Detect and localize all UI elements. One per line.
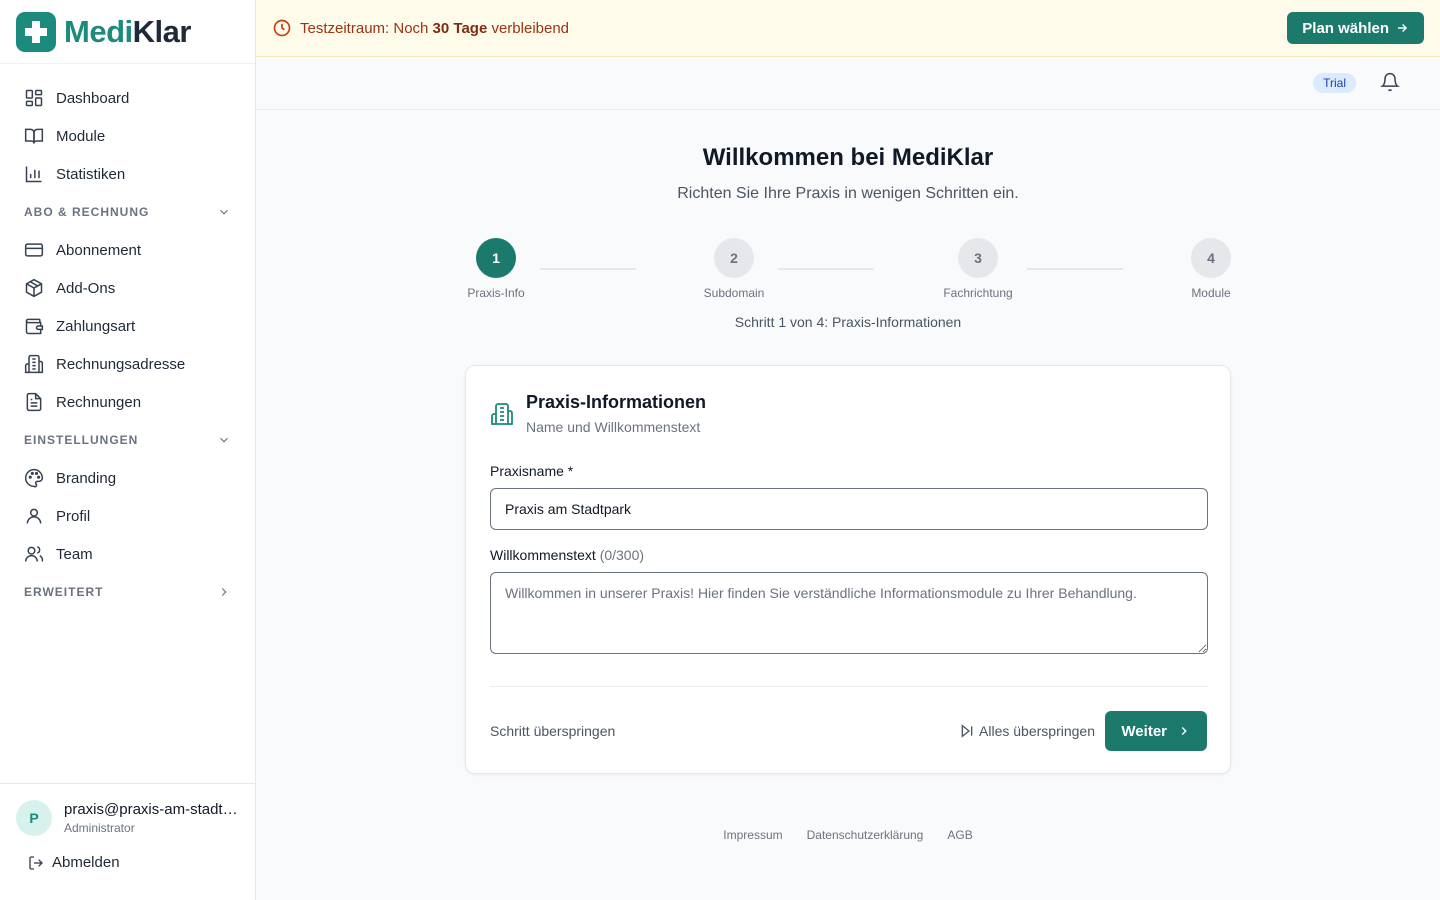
credit-card-icon bbox=[24, 243, 44, 257]
wallet-icon bbox=[25, 318, 44, 335]
card-header: Praxis-Informationen Name und Willkommen… bbox=[490, 392, 706, 435]
praxisname-label: Praxisname * bbox=[490, 463, 574, 479]
sidebar-item-label: Branding bbox=[56, 469, 117, 487]
top-bar: Trial bbox=[256, 57, 1440, 110]
user-icon bbox=[26, 508, 42, 524]
logout-button[interactable]: Abmelden bbox=[0, 836, 255, 871]
praxis-info-card: Praxis-Informationen Name und Willkommen… bbox=[465, 365, 1231, 774]
sidebar-item-label: Statistiken bbox=[56, 165, 126, 183]
skip-forward-icon bbox=[961, 724, 973, 738]
chevron-down-icon bbox=[220, 437, 228, 443]
step-label: Module bbox=[1191, 286, 1231, 300]
step-label: Praxis-Info bbox=[467, 286, 525, 300]
main-content: Willkommen bei MediKlar Richten Sie Ihre… bbox=[256, 110, 1440, 900]
step-4[interactable]: 4 Module bbox=[1151, 238, 1271, 300]
sidebar-item-statistiken[interactable]: Statistiken bbox=[0, 155, 255, 193]
step-connector bbox=[1027, 268, 1123, 270]
sidebar-item-module[interactable]: Module bbox=[0, 117, 255, 155]
section-toggle-settings[interactable]: EINSTELLUNGEN bbox=[0, 421, 255, 459]
praxisname-input[interactable] bbox=[490, 488, 1208, 530]
sidebar-item-branding[interactable]: Branding bbox=[0, 459, 255, 497]
book-open-icon bbox=[24, 128, 44, 144]
logout-icon bbox=[29, 855, 43, 870]
trial-text: Testzeitraum: Noch 30 Tage verbleibend bbox=[300, 19, 570, 37]
step-1[interactable]: 1 Praxis-Info bbox=[436, 238, 556, 300]
user-email: praxis@praxis-am-stadtpark.de bbox=[64, 801, 239, 818]
step-number: 2 bbox=[714, 238, 754, 278]
dashboard-grid-icon bbox=[25, 89, 43, 107]
next-button[interactable]: Weiter bbox=[1105, 711, 1207, 751]
impressum-link[interactable]: Impressum bbox=[723, 828, 782, 842]
step-number: 3 bbox=[958, 238, 998, 278]
page-subtitle: Richten Sie Ihre Praxis in wenigen Schri… bbox=[677, 185, 1019, 202]
step-label: Subdomain bbox=[703, 286, 765, 300]
users-icon bbox=[24, 545, 44, 562]
sidebar-item-label: Abonnement bbox=[56, 241, 142, 259]
choose-plan-button[interactable]: Plan wählen bbox=[1287, 12, 1424, 44]
willkommenstext-label: Willkommenstext (0/300) bbox=[490, 547, 645, 563]
building-icon bbox=[491, 403, 513, 425]
page-title: Willkommen bei MediKlar bbox=[702, 144, 994, 171]
user-profile[interactable]: P praxis@praxis-am-stadtpark.de Administ… bbox=[0, 784, 255, 836]
sidebar-item-label: Zahlungsart bbox=[56, 317, 136, 335]
brand-name: MediKlar bbox=[64, 13, 191, 49]
step-2[interactable]: 2 Subdomain bbox=[674, 238, 794, 300]
section-toggle-billing[interactable]: ABO & RECHNUNG bbox=[0, 193, 255, 231]
user-role: Administrator bbox=[64, 821, 135, 835]
step-progress-text: Schritt 1 von 4: Praxis-Informationen bbox=[734, 314, 962, 330]
document-icon bbox=[26, 392, 42, 412]
sidebar-item-label: Rechnungsadresse bbox=[56, 355, 186, 373]
logout-label: Abmelden bbox=[52, 854, 120, 871]
sidebar-item-label: Rechnungen bbox=[56, 393, 142, 411]
step-number: 4 bbox=[1191, 238, 1231, 278]
datenschutz-link[interactable]: Datenschutzerklärung bbox=[807, 828, 924, 842]
sidebar-item-label: Team bbox=[56, 545, 93, 563]
sidebar-item-zahlungsart[interactable]: Zahlungsart bbox=[0, 307, 255, 345]
clock-icon bbox=[273, 19, 291, 37]
logo[interactable]: MediKlar bbox=[0, 0, 255, 64]
sidebar-item-label: Module bbox=[56, 127, 106, 145]
avatar: P bbox=[16, 800, 52, 836]
sidebar-item-profil[interactable]: Profil bbox=[0, 497, 255, 535]
chevron-down-icon bbox=[220, 209, 228, 215]
building-icon bbox=[24, 354, 44, 374]
card-subtitle: Name und Willkommenstext bbox=[526, 419, 701, 435]
sidebar-item-rechnungen[interactable]: Rechnungen bbox=[0, 383, 255, 421]
sidebar-item-team[interactable]: Team bbox=[0, 535, 255, 573]
onboarding-stepper: 1 Praxis-Info 2 Subdomain 3 Fachrichtung… bbox=[256, 238, 1440, 318]
arrow-right-icon bbox=[1397, 24, 1408, 32]
willkommenstext-textarea[interactable] bbox=[490, 572, 1208, 654]
sidebar-item-rechnungsadresse[interactable]: Rechnungsadresse bbox=[0, 345, 255, 383]
sidebar-nav: Dashboard Module Statistiken ABO & RECHN… bbox=[0, 64, 255, 611]
section-toggle-advanced[interactable]: ERWEITERT bbox=[0, 573, 255, 611]
trial-banner: Testzeitraum: Noch 30 Tage verbleibend P… bbox=[256, 0, 1440, 57]
palette-icon bbox=[24, 468, 44, 488]
bell-icon[interactable] bbox=[1380, 72, 1400, 92]
step-number: 1 bbox=[476, 238, 516, 278]
user-area: P praxis@praxis-am-stadtpark.de Administ… bbox=[0, 783, 255, 900]
bar-chart-icon bbox=[25, 166, 42, 183]
medical-cross-logo-icon bbox=[16, 11, 56, 52]
sidebar-item-label: Dashboard bbox=[56, 89, 130, 107]
sidebar-item-label: Profil bbox=[56, 507, 91, 525]
skip-all-button[interactable]: Alles überspringen bbox=[959, 723, 1095, 739]
chevron-right-icon bbox=[221, 588, 227, 596]
footer-links: Impressum Datenschutzerklärung AGB bbox=[256, 828, 1440, 842]
status-badge: Trial bbox=[1313, 73, 1356, 93]
sidebar-item-dashboard[interactable]: Dashboard bbox=[0, 79, 255, 117]
divider bbox=[490, 686, 1208, 687]
sidebar: MediKlar Dashboard Module Statistiken AB… bbox=[0, 0, 256, 900]
character-counter: (0/300) bbox=[599, 547, 645, 563]
sidebar-item-add-ons[interactable]: Add-Ons bbox=[0, 269, 255, 307]
sidebar-item-label: Add-Ons bbox=[56, 279, 116, 297]
skip-step-button[interactable]: Schritt überspringen bbox=[490, 723, 615, 739]
step-3[interactable]: 3 Fachrichtung bbox=[918, 238, 1038, 300]
card-title: Praxis-Informationen bbox=[526, 392, 707, 412]
chevron-right-icon bbox=[1181, 727, 1187, 735]
agb-link[interactable]: AGB bbox=[947, 828, 972, 842]
package-icon bbox=[25, 278, 43, 298]
sidebar-item-abonnement[interactable]: Abonnement bbox=[0, 231, 255, 269]
step-label: Fachrichtung bbox=[943, 286, 1013, 300]
